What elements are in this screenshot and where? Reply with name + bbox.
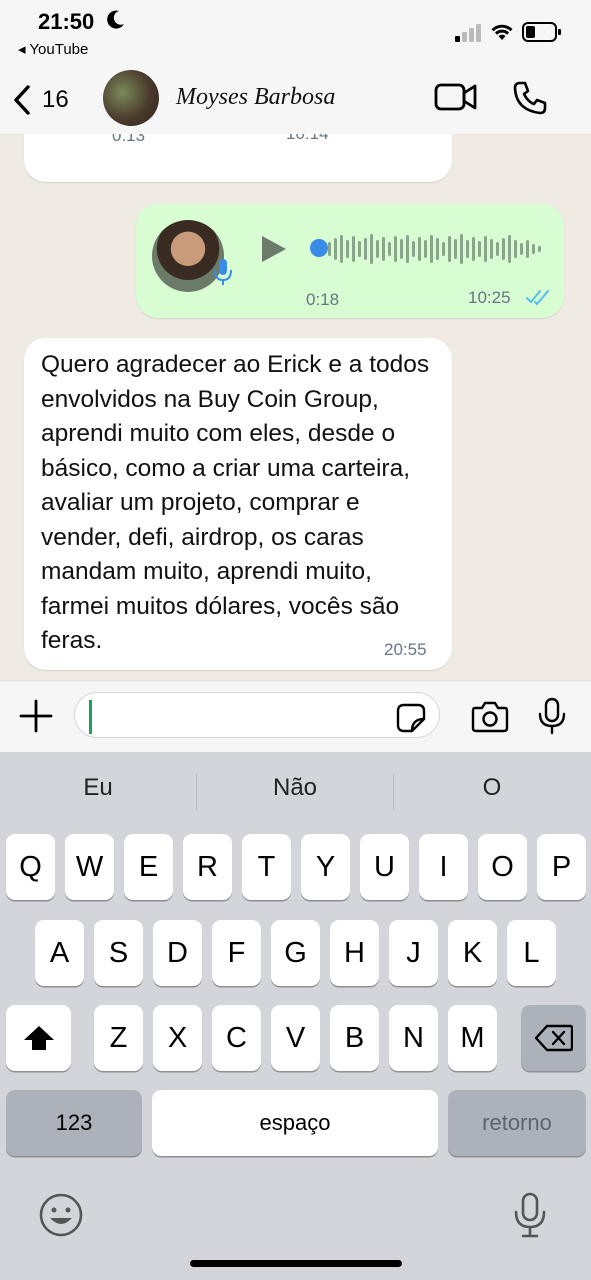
camera-icon[interactable] bbox=[471, 701, 509, 733]
message-time: 20:55 bbox=[384, 640, 427, 659]
unread-count: 16 bbox=[42, 86, 69, 113]
keyboard: Eu Não O Q W E R T Y U I O P A S D F G H… bbox=[0, 752, 591, 1280]
message-composer bbox=[0, 680, 591, 753]
return-key[interactable]: retorno bbox=[448, 1090, 586, 1156]
key-f[interactable]: F bbox=[212, 920, 261, 986]
battery-icon bbox=[522, 22, 561, 42]
dictation-mic-icon[interactable] bbox=[514, 1192, 546, 1238]
key-b[interactable]: B bbox=[330, 1005, 379, 1071]
sticker-icon[interactable] bbox=[396, 703, 426, 733]
text-cursor bbox=[89, 700, 92, 734]
contact-avatar[interactable] bbox=[103, 70, 159, 126]
key-h[interactable]: H bbox=[330, 920, 379, 986]
key-n[interactable]: N bbox=[389, 1005, 438, 1071]
audio-waveform[interactable] bbox=[326, 232, 546, 266]
backspace-icon bbox=[534, 1024, 573, 1052]
key-p[interactable]: P bbox=[537, 834, 586, 900]
home-indicator[interactable] bbox=[190, 1260, 402, 1267]
moon-icon bbox=[107, 10, 124, 29]
key-d[interactable]: D bbox=[153, 920, 202, 986]
wifi-icon bbox=[491, 24, 513, 40]
incoming-text-message[interactable]: Quero agradecer ao Erick e a todos envol… bbox=[24, 338, 452, 670]
audio-duration: 0:13 bbox=[112, 134, 146, 145]
key-q[interactable]: Q bbox=[6, 834, 55, 900]
chevron-left-icon bbox=[14, 85, 30, 115]
chat-area[interactable]: 0:13 10:14 0:18 10:25 Quero agradecer ao… bbox=[0, 134, 591, 680]
incoming-audio-message[interactable]: 0:13 10:14 bbox=[24, 134, 452, 182]
chat-header: 16 Moyses Barbosa bbox=[0, 62, 591, 135]
status-time: 21:50 bbox=[38, 9, 95, 34]
suggestion-2[interactable]: Não bbox=[197, 774, 393, 802]
back-button[interactable]: 16 bbox=[12, 82, 92, 118]
key-z[interactable]: Z bbox=[94, 1005, 143, 1071]
key-g[interactable]: G bbox=[271, 920, 320, 986]
phone-icon[interactable] bbox=[512, 80, 548, 116]
read-receipt-icon bbox=[526, 290, 549, 305]
key-m[interactable]: M bbox=[448, 1005, 497, 1071]
mic-icon[interactable] bbox=[538, 697, 566, 735]
play-icon[interactable] bbox=[258, 234, 288, 264]
key-s[interactable]: S bbox=[94, 920, 143, 986]
key-c[interactable]: C bbox=[212, 1005, 261, 1071]
message-input[interactable] bbox=[74, 692, 440, 738]
key-o[interactable]: O bbox=[478, 834, 527, 900]
message-time: 10:25 bbox=[468, 288, 511, 307]
signal-icon bbox=[455, 24, 481, 42]
audio-mic-icon bbox=[214, 259, 232, 285]
outgoing-audio-message[interactable]: 0:18 10:25 bbox=[136, 204, 564, 318]
key-y[interactable]: Y bbox=[301, 834, 350, 900]
shift-key[interactable] bbox=[6, 1005, 71, 1071]
emoji-icon[interactable] bbox=[38, 1192, 84, 1238]
key-a[interactable]: A bbox=[35, 920, 84, 986]
suggestion-3[interactable]: O bbox=[394, 774, 590, 802]
audio-duration: 0:18 bbox=[306, 290, 340, 309]
video-call-icon[interactable] bbox=[434, 82, 478, 112]
key-k[interactable]: K bbox=[448, 920, 497, 986]
key-e[interactable]: E bbox=[124, 834, 173, 900]
numbers-key[interactable]: 123 bbox=[6, 1090, 142, 1156]
message-time: 10:14 bbox=[286, 134, 329, 144]
suggestion-1[interactable]: Eu bbox=[0, 774, 196, 802]
key-r[interactable]: R bbox=[183, 834, 232, 900]
key-w[interactable]: W bbox=[65, 834, 114, 900]
key-v[interactable]: V bbox=[271, 1005, 320, 1071]
contact-name[interactable]: Moyses Barbosa bbox=[176, 84, 335, 111]
plus-icon[interactable] bbox=[18, 698, 54, 734]
key-x[interactable]: X bbox=[153, 1005, 202, 1071]
space-key[interactable]: espaço bbox=[152, 1090, 438, 1156]
shift-icon bbox=[23, 1026, 54, 1050]
key-l[interactable]: L bbox=[507, 920, 556, 986]
key-u[interactable]: U bbox=[360, 834, 409, 900]
key-j[interactable]: J bbox=[389, 920, 438, 986]
backspace-key[interactable] bbox=[521, 1005, 586, 1071]
key-t[interactable]: T bbox=[242, 834, 291, 900]
message-text: Quero agradecer ao Erick e a todos envol… bbox=[41, 351, 430, 654]
key-i[interactable]: I bbox=[419, 834, 468, 900]
back-to-app-link[interactable]: ◂ YouTube bbox=[18, 40, 88, 58]
status-bar: 21:50 ◂ YouTube bbox=[0, 0, 591, 62]
